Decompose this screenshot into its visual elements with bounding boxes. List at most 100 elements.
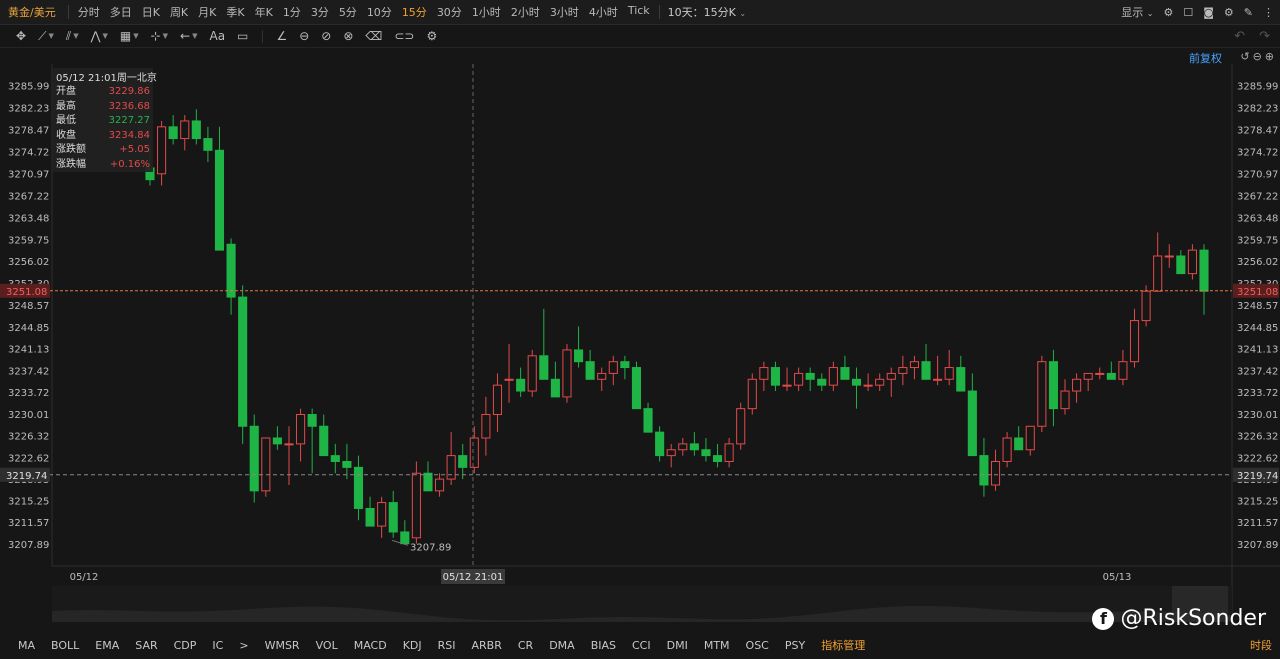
redo-icon[interactable]: ↷ [1259,29,1270,44]
candle-body[interactable] [249,425,259,492]
candle-body[interactable] [631,367,642,410]
candle-body[interactable] [794,372,804,386]
candle-body[interactable] [1037,361,1047,427]
range-selector[interactable]: 10天：15分K ⌄ [664,4,750,20]
candle-body[interactable] [1187,249,1197,275]
candle-body[interactable] [353,466,364,509]
candle-body[interactable] [1176,255,1186,275]
candle-body[interactable] [296,414,306,445]
pen-icon[interactable]: ✎ [1244,6,1253,19]
candle-body[interactable] [689,443,699,451]
candle-body[interactable] [238,296,248,427]
candle-body[interactable] [1106,372,1116,380]
candle-body[interactable] [678,443,688,451]
period-tab[interactable]: 4小时 [584,4,623,20]
candle-body[interactable] [1083,372,1093,380]
candle-body[interactable] [573,349,584,363]
period-tab[interactable]: 10分 [362,4,397,20]
session-button[interactable]: 时段 [1250,637,1272,653]
indicator-tab[interactable]: DMA [541,639,583,652]
candle-body[interactable] [388,502,398,533]
candle-body[interactable] [284,443,294,446]
measure-tool-icon[interactable]: ⊹ ▼ [145,29,174,43]
candle-body[interactable] [585,361,595,380]
candle-body[interactable] [1095,372,1105,375]
candle-body[interactable] [851,378,862,386]
candle-body[interactable] [180,120,190,140]
gear-icon[interactable]: ⚙ [1224,6,1234,19]
period-tab[interactable]: 月K [193,4,221,20]
indicator-tab[interactable]: WMSR [257,639,308,652]
candle-body[interactable] [492,384,503,416]
line-tool-icon[interactable]: ⟋ ▼ [32,29,60,44]
indicator-tab[interactable]: RSI [430,639,464,652]
candle-body[interactable] [933,378,943,381]
candle-body[interactable] [435,478,445,492]
candle-body[interactable] [1141,290,1151,322]
candle-body[interactable] [724,443,734,462]
candle-body[interactable] [550,378,560,398]
candle-body[interactable] [527,355,537,392]
indicator-tab[interactable]: BOLL [43,639,87,652]
candle-body[interactable] [458,455,468,468]
text-tool[interactable]: Aa [203,29,231,43]
zoom-out-icon[interactable]: ⊖ [1253,50,1262,63]
comment-icon[interactable]: ▭ [231,29,254,43]
candle-body[interactable] [1048,361,1058,410]
candle-body[interactable] [620,361,630,369]
arrow-tool-icon[interactable]: ← ▼ [174,29,203,43]
candle-body[interactable] [1060,390,1070,410]
candle-body[interactable] [400,531,410,545]
indicator-tab[interactable]: CCI [624,639,659,652]
candlestick-chart[interactable]: 3285.99 3285.99 3282.23 3282.23 3278.47 3278.… [0,64,1280,626]
candle-body[interactable] [1072,378,1082,392]
period-tab[interactable]: Tick [623,4,655,20]
candle-body[interactable] [307,414,317,427]
indicator-tab[interactable]: EMA [87,639,127,652]
candle-body[interactable] [655,431,665,457]
period-tab[interactable]: 日K [137,4,165,20]
candle-body[interactable] [828,367,838,386]
indicator-tab[interactable]: SAR [127,639,165,652]
indicator-tab[interactable]: BIAS [583,639,624,652]
candle-body[interactable] [979,455,989,486]
candle-body[interactable] [863,384,873,387]
candle-body[interactable] [597,372,607,380]
more-icon[interactable]: ⋮ [1263,6,1274,19]
period-tab[interactable]: 1小时 [467,4,506,20]
candle-body[interactable] [666,449,676,457]
candle-body[interactable] [840,367,850,380]
candle-body[interactable] [226,243,236,298]
candle-body[interactable] [342,460,352,468]
indicator-manager[interactable]: 指标管理 [813,637,873,653]
candle-body[interactable] [1025,425,1035,451]
candle-body[interactable] [562,349,572,398]
candle-body[interactable] [770,367,781,386]
candle-body[interactable] [481,414,491,439]
candle-body[interactable] [1199,249,1209,292]
fib-tool-icon[interactable]: ▦ ▼ [114,29,145,43]
candle-body[interactable] [886,372,896,380]
zoom-in-icon[interactable]: ⊕ [1265,50,1274,63]
indicator-tab[interactable]: DMI [659,639,696,652]
candle-body[interactable] [1014,437,1024,451]
candle-body[interactable] [1164,255,1174,258]
candle-body[interactable] [1002,437,1012,462]
candle-body[interactable] [1118,361,1128,380]
period-tab[interactable]: 3小时 [545,4,584,20]
candle-body[interactable] [516,378,526,392]
period-tab[interactable]: 15分 [397,4,432,20]
indicator-tab[interactable]: > [231,639,256,652]
indicator-tab[interactable]: CR [510,639,541,652]
layout-icon[interactable]: ☐ [1183,6,1193,19]
candle-body[interactable] [805,372,815,380]
candle-body[interactable] [504,378,514,381]
indicator-tab[interactable]: KDJ [395,639,430,652]
candle-body[interactable] [157,126,167,175]
candle-body[interactable] [898,367,908,374]
candle-body[interactable] [944,367,954,380]
candle-body[interactable] [782,384,792,387]
candle-body[interactable] [956,367,966,392]
candle-body[interactable] [712,455,723,462]
symbol-selector[interactable]: 黄金/美元 [0,4,64,20]
